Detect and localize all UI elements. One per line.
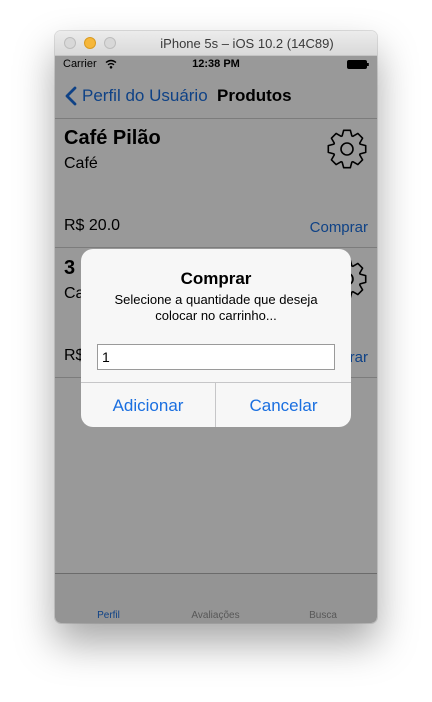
add-button[interactable]: Adicionar xyxy=(81,383,216,427)
cancel-button[interactable]: Cancelar xyxy=(216,383,351,427)
minimize-window-button[interactable] xyxy=(84,37,96,49)
window-title: iPhone 5s – iOS 10.2 (14C89) xyxy=(160,36,334,51)
close-window-button[interactable] xyxy=(64,37,76,49)
zoom-window-button[interactable] xyxy=(104,37,116,49)
alert-actions: Adicionar Cancelar xyxy=(81,382,351,427)
alert-message: Selecione a quantidade que deseja coloca… xyxy=(114,292,318,323)
quantity-input[interactable] xyxy=(97,344,335,370)
window-titlebar: iPhone 5s – iOS 10.2 (14C89) xyxy=(55,31,377,56)
device-screen: Carrier 12:38 PM Perfil do Usuário Produ… xyxy=(55,56,377,623)
purchase-alert-dialog: Comprar Selecione a quantidade que desej… xyxy=(81,249,351,427)
simulator-window: iPhone 5s – iOS 10.2 (14C89) Carrier 12:… xyxy=(55,31,377,623)
alert-title: Comprar xyxy=(180,269,252,288)
